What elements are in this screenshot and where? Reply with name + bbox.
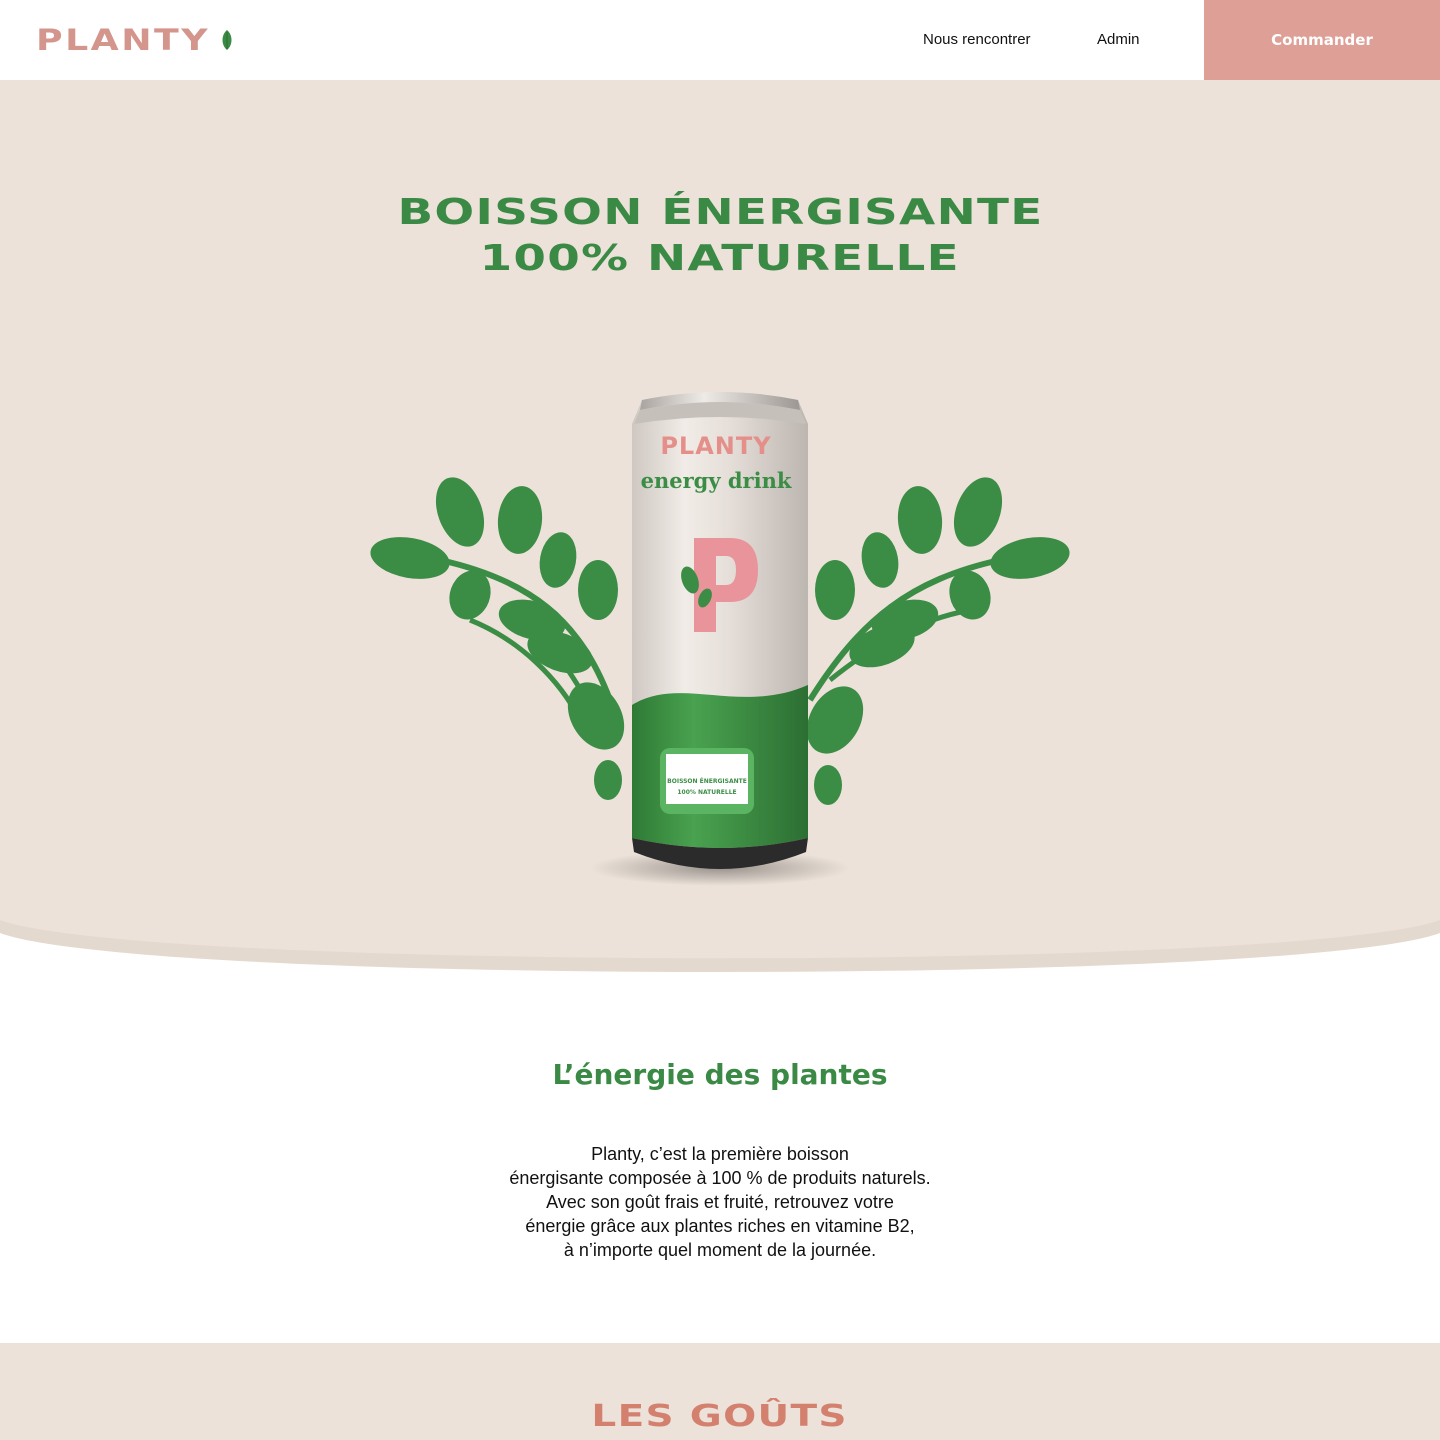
hero-title-line1: BOISSON ÉNERGISANTE <box>396 192 1044 233</box>
site-header: PLANTY Nous rencontrer Admin Commander <box>0 0 1440 80</box>
about-line: à n’importe quel moment de la journée. <box>563 1240 877 1260</box>
about-title: L’énergie des plantes <box>552 1058 888 1091</box>
can-badge-line1: BOISSON ÉNERGISANTE <box>667 777 747 785</box>
logo[interactable]: PLANTY <box>36 22 233 58</box>
energy-drink-can-illustration: PLANTY energy drink BOISSON ÉNERGISANTE … <box>370 392 1070 886</box>
flavors-title: LES GOÛTS <box>0 1399 1440 1434</box>
order-button[interactable]: Commander <box>1204 0 1440 80</box>
hero-title: BOISSON ÉNERGISANTE 100% NATURELLE <box>0 190 1440 282</box>
leaf-icon <box>222 30 232 50</box>
flavors-section: LES GOÛTS <box>0 1343 1440 1440</box>
about-line: Avec son goût frais et fruité, retrouvez… <box>546 1192 894 1212</box>
can-subtitle-text: energy drink <box>641 468 792 493</box>
flavors-title-text: LES GOÛTS <box>591 1399 849 1434</box>
about-line: Planty, c’est la première boisson <box>591 1144 849 1164</box>
left-branch <box>370 477 625 800</box>
hero-curve <box>0 915 1440 972</box>
nav-link-nous-rencontrer[interactable]: Nous rencontrer <box>923 31 1031 48</box>
about-text: Planty, c’est la première boisson énergi… <box>420 1142 1020 1262</box>
can-badge-line2: 100% NATURELLE <box>677 789 736 796</box>
can-brand-text: PLANTY <box>660 432 771 460</box>
logo-text: PLANTY <box>36 23 211 57</box>
nav-link-admin[interactable]: Admin <box>1097 31 1140 48</box>
about-line: énergisante composée à 100 % de produits… <box>509 1168 931 1188</box>
about-line: énergie grâce aux plantes riches en vita… <box>525 1216 915 1236</box>
can <box>632 392 808 869</box>
hero-title-line2: 100% NATURELLE <box>479 238 961 279</box>
right-branch <box>806 477 1070 805</box>
